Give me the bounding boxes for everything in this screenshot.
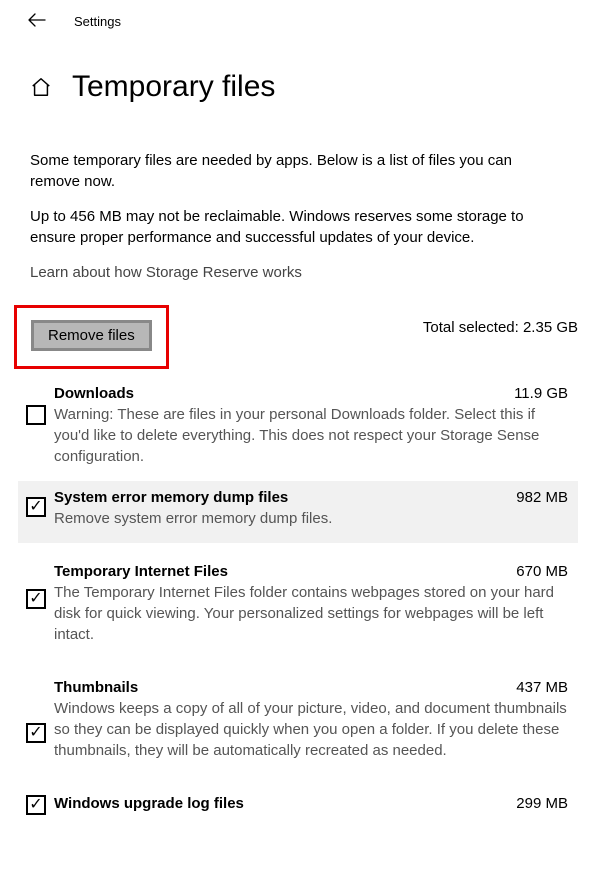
list-item[interactable]: ✓ System error memory dump files 982 MB … bbox=[18, 481, 578, 543]
list-item[interactable]: ✓ Windows upgrade log files 299 MB bbox=[18, 787, 578, 829]
item-size: 982 MB bbox=[508, 489, 568, 506]
intro-section: Some temporary files are needed by apps.… bbox=[0, 122, 596, 283]
checkbox[interactable]: ✓ bbox=[26, 497, 46, 517]
highlight-box: Remove files bbox=[14, 305, 169, 369]
checkbox[interactable]: ✓ bbox=[26, 723, 46, 743]
item-desc: Warning: These are files in your persona… bbox=[54, 404, 568, 467]
intro-text-2: Up to 456 MB may not be reclaimable. Win… bbox=[30, 206, 566, 248]
checkbox[interactable]: ✓ bbox=[26, 795, 46, 815]
total-selected: Total selected: 2.35 GB bbox=[423, 305, 582, 336]
storage-reserve-link[interactable]: Learn about how Storage Reserve works bbox=[30, 264, 302, 281]
header-bar: Settings bbox=[0, 0, 596, 38]
item-title: Downloads bbox=[54, 385, 134, 402]
intro-text-1: Some temporary files are needed by apps.… bbox=[30, 150, 566, 192]
item-title: Windows upgrade log files bbox=[54, 795, 244, 812]
item-size: 670 MB bbox=[508, 563, 568, 580]
remove-files-button[interactable]: Remove files bbox=[31, 320, 152, 351]
item-desc: The Temporary Internet Files folder cont… bbox=[54, 582, 568, 645]
item-size: 437 MB bbox=[508, 679, 568, 696]
item-size: 11.9 GB bbox=[506, 385, 568, 402]
file-category-list: Downloads 11.9 GB Warning: These are fil… bbox=[0, 377, 596, 829]
checkbox[interactable] bbox=[26, 405, 46, 425]
item-size: 299 MB bbox=[508, 795, 568, 812]
header-label: Settings bbox=[74, 14, 121, 29]
list-item[interactable]: ✓ Thumbnails 437 MB Windows keeps a copy… bbox=[18, 671, 578, 775]
checkbox[interactable]: ✓ bbox=[26, 589, 46, 609]
action-row: Remove files Total selected: 2.35 GB bbox=[0, 283, 596, 377]
item-title: Thumbnails bbox=[54, 679, 138, 696]
item-desc: Remove system error memory dump files. bbox=[54, 508, 568, 529]
page-title: Temporary files bbox=[72, 70, 275, 104]
home-icon[interactable] bbox=[30, 76, 52, 98]
item-title: System error memory dump files bbox=[54, 489, 288, 506]
item-desc: Windows keeps a copy of all of your pict… bbox=[54, 698, 568, 761]
list-item[interactable]: ✓ Temporary Internet Files 670 MB The Te… bbox=[18, 555, 578, 659]
item-title: Temporary Internet Files bbox=[54, 563, 228, 580]
list-item[interactable]: Downloads 11.9 GB Warning: These are fil… bbox=[18, 377, 578, 481]
title-row: Temporary files bbox=[0, 38, 596, 122]
back-icon[interactable] bbox=[28, 12, 46, 30]
